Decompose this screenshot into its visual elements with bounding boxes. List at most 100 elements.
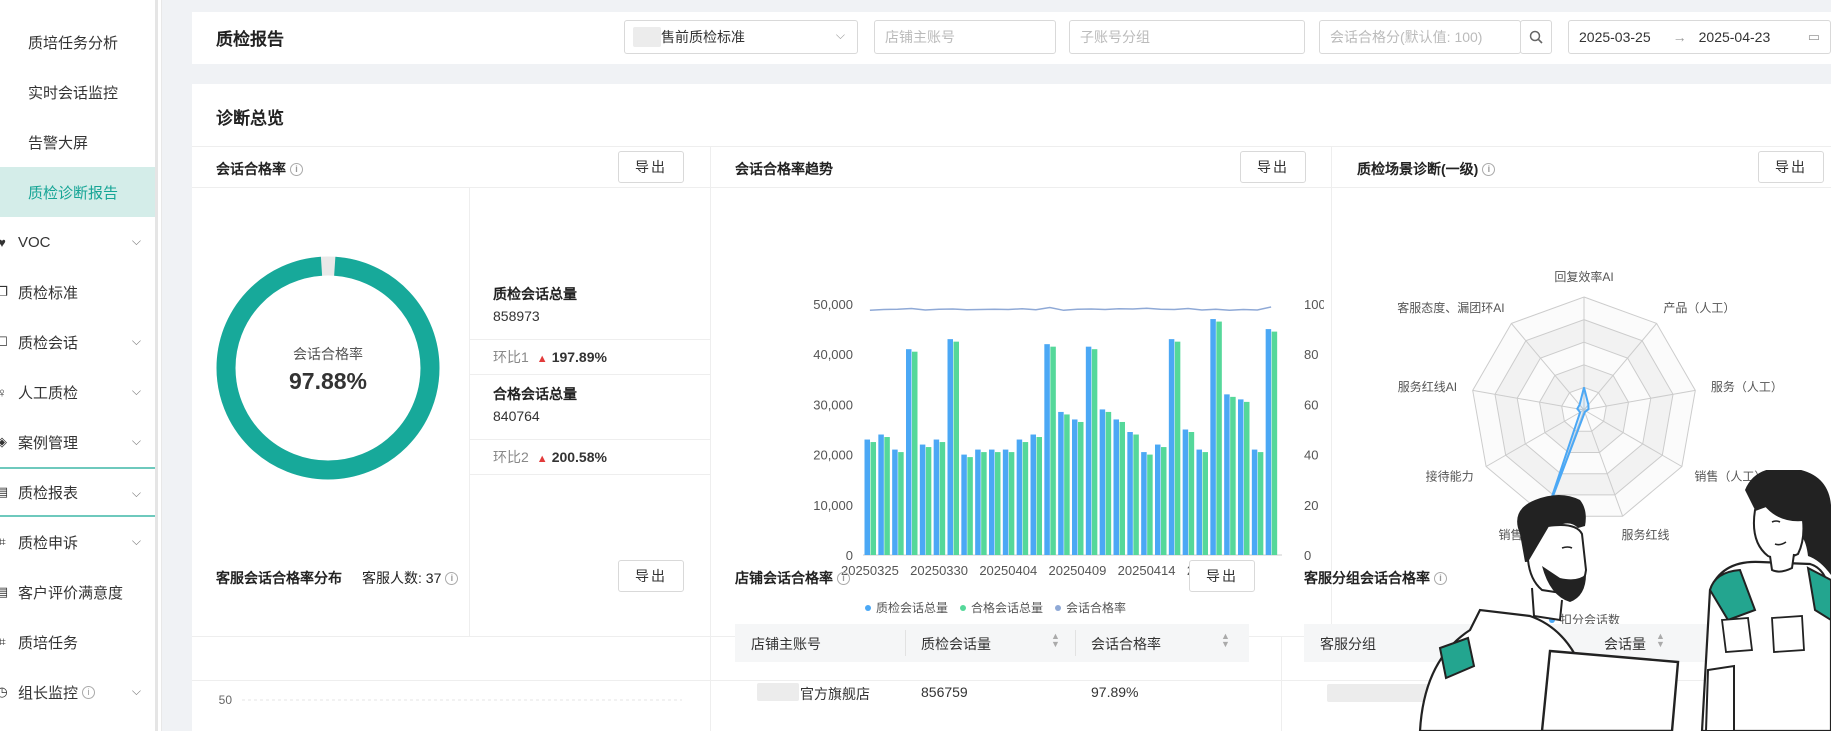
- radar-axis-label: 回复效率AI: [1554, 269, 1613, 284]
- column-header[interactable]: 质检会话量: [921, 634, 991, 654]
- panel-title-text: 会话合格率趋势: [735, 161, 833, 177]
- sidebar-item-label: 质检会话: [18, 334, 79, 352]
- sort-icon[interactable]: ▲ ▼: [1051, 632, 1060, 649]
- bar-pass-sessions: [870, 442, 876, 555]
- sidebar-item-monitor[interactable]: ◷ 组长监控 i ⌵: [0, 667, 155, 717]
- x-tick-label: 20250330: [910, 563, 968, 578]
- sidebar-item-label: 质检报表: [18, 484, 79, 502]
- bar-pass-sessions: [898, 452, 904, 555]
- bar-total-sessions: [892, 449, 898, 555]
- panel-title-text: 店铺会话合格率: [735, 570, 833, 586]
- search-button[interactable]: [1520, 20, 1552, 54]
- column-header: 店铺主账号: [751, 636, 821, 652]
- sidebar-item-label: 质检标准: [18, 284, 79, 302]
- bar-total-sessions: [1016, 439, 1023, 555]
- agent-count: 客服人数: 37: [362, 570, 442, 586]
- radar-axis-label: 服务红线AI: [1398, 379, 1457, 394]
- y-left-tick-label: 20,000: [813, 448, 853, 463]
- sidebar-item-appeal[interactable]: ⌗ 质检申诉 ⌵: [0, 517, 155, 567]
- x-tick-label: 20250404: [979, 563, 1037, 578]
- sidebar-item-standard[interactable]: ❐ 质检标准: [0, 267, 155, 317]
- bar-total-sessions: [1044, 344, 1050, 555]
- column-header: 客服分组: [1320, 636, 1376, 652]
- export-button[interactable]: 导出: [618, 560, 684, 592]
- y-right-tick-label: 40: [1304, 448, 1318, 463]
- sidebar-sub-item-training-analysis[interactable]: 质培任务分析: [0, 17, 161, 67]
- info-icon[interactable]: i: [290, 162, 303, 176]
- agent-dist-chart: 4050: [219, 693, 682, 707]
- chevron-down-icon[interactable]: ⌵: [132, 534, 141, 549]
- bar-total-sessions: [1155, 444, 1161, 555]
- bar-pass-sessions: [1257, 452, 1264, 555]
- sidebar-item-report[interactable]: ▤ 质检报表 ⌵: [0, 467, 155, 517]
- divider: [905, 630, 906, 656]
- bar-total-sessions: [1196, 449, 1202, 555]
- y-right-tick-label: 80: [1304, 347, 1318, 362]
- date-start[interactable]: 2025-03-25: [1579, 29, 1651, 45]
- chevron-down-icon[interactable]: ⌵: [132, 486, 141, 501]
- date-range-picker[interactable]: 2025-03-25 → 2025-04-23 ▭: [1568, 20, 1831, 54]
- export-button[interactable]: 导出: [618, 151, 684, 183]
- divider: [1331, 146, 1332, 636]
- volume-cell: 856759: [921, 684, 968, 700]
- agent-dist-panel-title: 客服会话合格率分布 客服人数: 37 i: [216, 568, 459, 588]
- sidebar-item-manual-check[interactable]: ♀ 人工质检 ⌵: [0, 367, 155, 417]
- panel-title-text: 客服会话合格率分布: [216, 570, 342, 586]
- sidebar-item-training[interactable]: ⌗ 质培任务: [0, 617, 155, 667]
- y-right-tick-label: 0: [1304, 548, 1311, 563]
- bar-pass-sessions: [1271, 331, 1278, 555]
- illustration: [1418, 470, 1831, 731]
- sidebar-item-satisfaction[interactable]: ▤ 客户评价满意度: [0, 567, 155, 617]
- chevron-down-icon[interactable]: ⌵: [132, 434, 141, 449]
- filter-bar: 质检报告 售前质检标准 ⌵ 店铺主账号 子账号分组 会话合格分(默认值: 100…: [192, 12, 1831, 64]
- bar-total-sessions: [1072, 419, 1078, 555]
- shop-name-cell: 官方旗舰店: [800, 686, 870, 702]
- ratio2-label: 环比2: [493, 449, 529, 465]
- export-button[interactable]: 导出: [1758, 151, 1824, 183]
- chevron-down-icon[interactable]: ⌵: [132, 384, 141, 399]
- bar-total-sessions: [1141, 452, 1147, 555]
- info-icon[interactable]: i: [82, 685, 96, 699]
- export-button[interactable]: 导出: [1189, 560, 1255, 592]
- date-end[interactable]: 2025-04-23: [1699, 29, 1771, 45]
- bar-total-sessions: [1265, 329, 1272, 555]
- bar-pass-sessions: [1050, 346, 1056, 555]
- bar-pass-sessions: [912, 351, 918, 555]
- bar-pass-sessions: [981, 452, 987, 555]
- sort-icon[interactable]: ▲ ▼: [1221, 632, 1230, 649]
- divider: [469, 339, 710, 340]
- bar-pass-sessions: [1078, 421, 1084, 555]
- sidebar-scrollbar[interactable]: [155, 0, 158, 731]
- pass-score-input[interactable]: 会话合格分(默认值: 100): [1319, 20, 1521, 54]
- divider: [1075, 630, 1076, 656]
- chevron-down-icon[interactable]: ⌵: [132, 684, 141, 699]
- sidebar-item-session[interactable]: ☐ 质检会话 ⌵: [0, 317, 155, 367]
- info-icon[interactable]: i: [1482, 162, 1496, 176]
- line-pass-rate: [869, 306, 1272, 312]
- bar-total-sessions: [1113, 419, 1119, 555]
- sidebar-item-voc[interactable]: ♥ VOC ⌵: [0, 217, 155, 267]
- bar-pass-sessions: [1119, 421, 1125, 555]
- shop-account-input[interactable]: 店铺主账号: [874, 20, 1056, 54]
- sidebar-sub-item-diagnosis-report[interactable]: 质检诊断报告: [0, 167, 155, 217]
- chevron-down-icon[interactable]: ⌵: [132, 334, 141, 349]
- column-header[interactable]: 会话合格率: [1091, 634, 1161, 654]
- sub-account-group-input[interactable]: 子账号分组: [1069, 20, 1305, 54]
- standard-icon: ❐: [0, 284, 8, 299]
- info-icon[interactable]: i: [837, 571, 850, 585]
- bar-pass-sessions: [1036, 437, 1042, 555]
- chevron-down-icon[interactable]: ⌵: [132, 234, 141, 249]
- sidebar-item-label: 人工质检: [18, 384, 79, 402]
- standard-select[interactable]: 售前质检标准 ⌵: [624, 20, 858, 54]
- bar-total-sessions: [1099, 409, 1106, 555]
- export-button[interactable]: 导出: [1240, 151, 1306, 183]
- sidebar-item-case[interactable]: ◈ 案例管理 ⌵: [0, 417, 155, 467]
- legend-label: 质检会话总量: [876, 600, 948, 615]
- sidebar-sub-item-alert-screen[interactable]: 告警大屏: [0, 117, 161, 167]
- bar-total-sessions: [989, 449, 995, 555]
- sidebar-sub-item-live-monitor[interactable]: 实时会话监控: [0, 67, 161, 117]
- info-icon[interactable]: i: [445, 571, 459, 585]
- bar-total-sessions: [975, 449, 981, 555]
- export-label: 导出: [1206, 568, 1238, 584]
- export-label: 导出: [635, 568, 667, 584]
